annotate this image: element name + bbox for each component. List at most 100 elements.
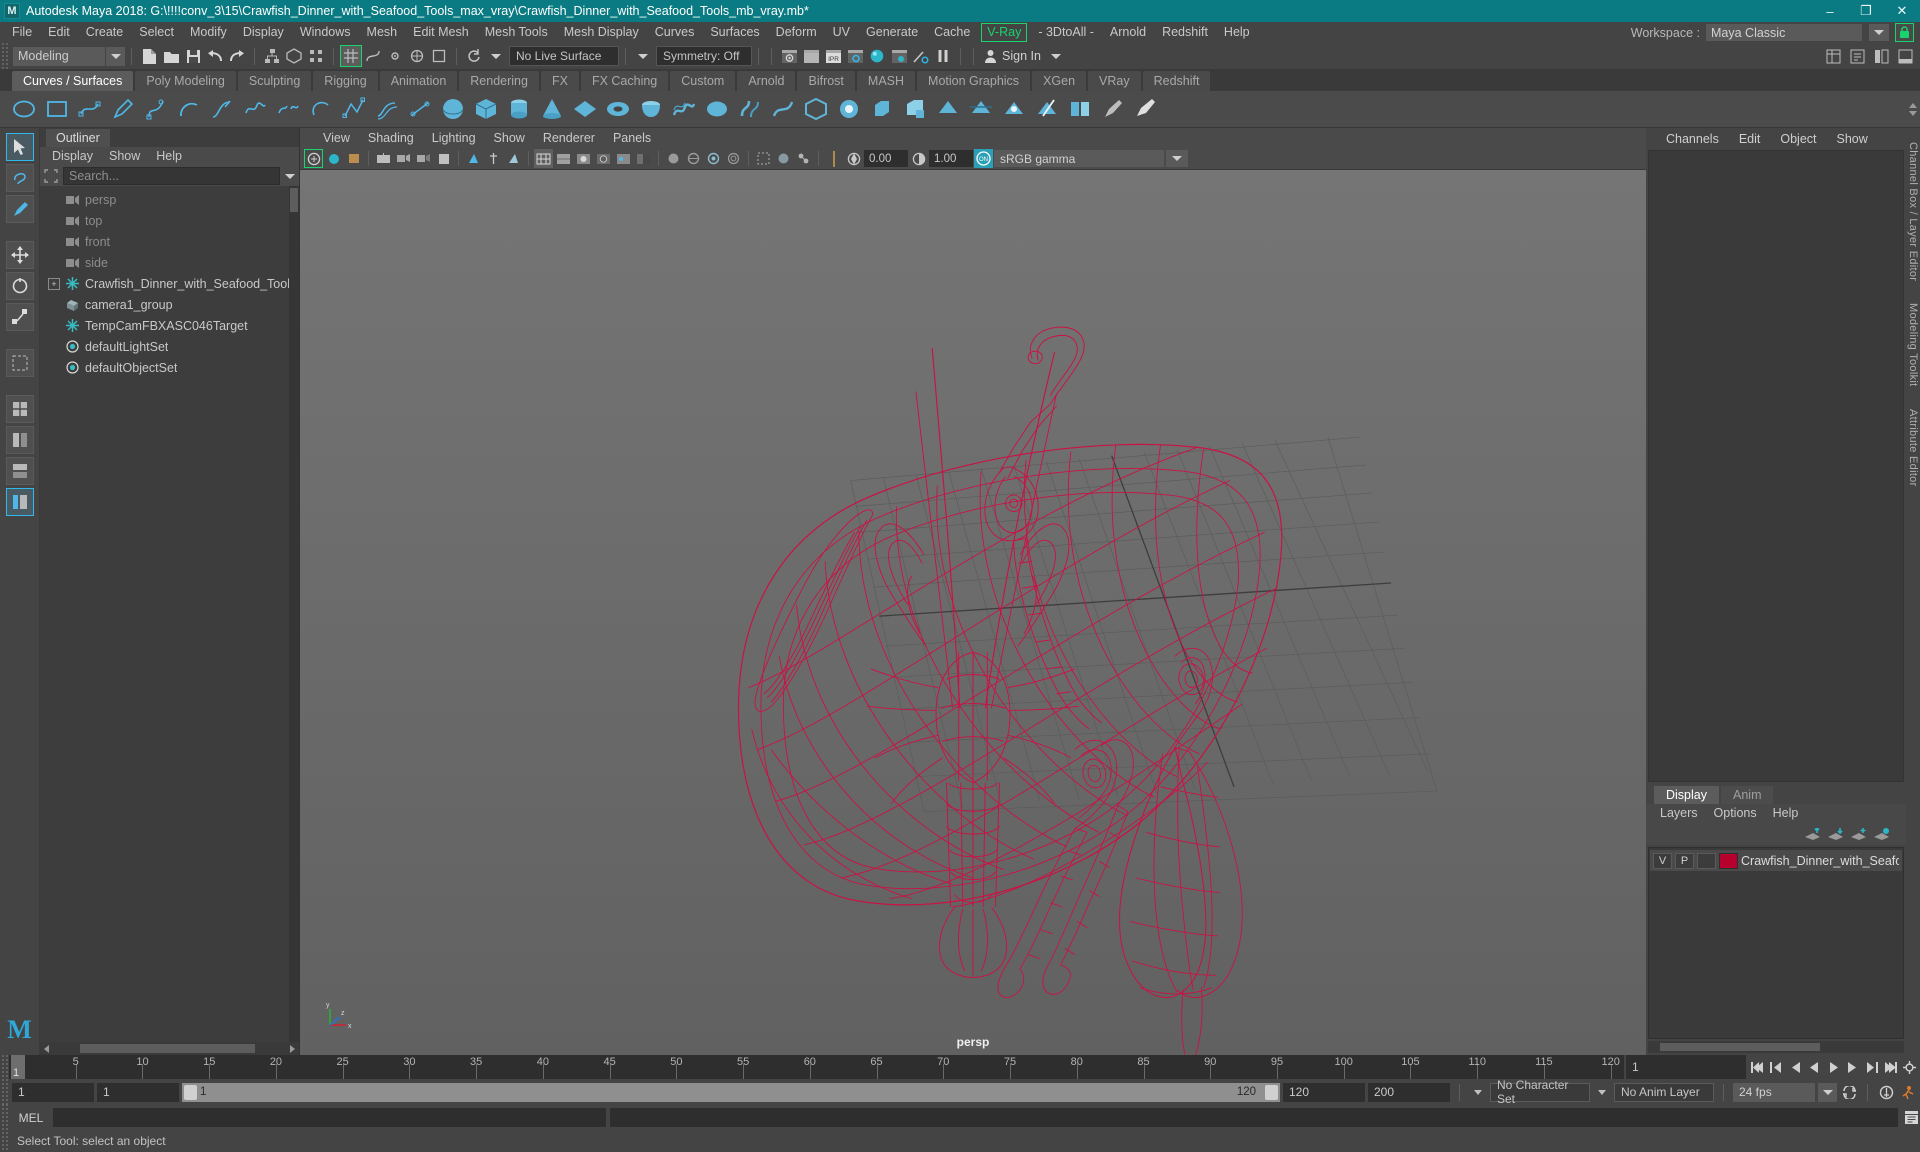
scroll-right-button[interactable] — [286, 1042, 299, 1055]
live-surface-field[interactable]: No Live Surface — [509, 46, 619, 66]
shelf-ep-curve-button[interactable] — [76, 95, 104, 123]
character-set-dropdown-arrow[interactable] — [1469, 1082, 1487, 1102]
workspace-select[interactable]: Maya Classic — [1706, 24, 1862, 41]
outliner-item-side[interactable]: side — [40, 252, 299, 273]
viewport-menu-view[interactable]: View — [314, 128, 359, 148]
two-d-pan-zoom-button[interactable] — [394, 149, 413, 168]
layer-row[interactable]: V P Crawfish_Dinner_with_Seafoo — [1650, 850, 1902, 871]
shelf-bevel-button[interactable] — [868, 95, 896, 123]
viewport-menu-shading[interactable]: Shading — [359, 128, 423, 148]
move-layer-up-icon[interactable] — [1804, 827, 1821, 841]
outliner-item-defaultobjectset[interactable]: defaultObjectSet — [40, 357, 299, 378]
shelf-tab-animation[interactable]: Animation — [379, 71, 458, 91]
shelf-revolve-button[interactable] — [637, 95, 665, 123]
animation-end-time-field[interactable]: 200 — [1368, 1082, 1450, 1102]
menu-arnold[interactable]: Arnold — [1102, 22, 1154, 43]
wireframe-display-button[interactable] — [534, 149, 553, 168]
redo-render-button[interactable] — [800, 45, 822, 67]
shelf-nurbs-circle-button[interactable] — [10, 95, 38, 123]
shelf-project-curve-button[interactable] — [1000, 95, 1028, 123]
outliner-layout-button[interactable] — [5, 488, 34, 516]
screen-space-ao-button[interactable] — [664, 149, 683, 168]
range-start-handle[interactable] — [184, 1084, 197, 1100]
shelf-extrude-button[interactable] — [736, 95, 764, 123]
menu-edit[interactable]: Edit — [40, 22, 78, 43]
menu-modify[interactable]: Modify — [182, 22, 235, 43]
scrollbar-thumb[interactable] — [290, 188, 298, 212]
shelf-detach-curves-button[interactable] — [274, 95, 302, 123]
move-tool-button[interactable] — [5, 241, 34, 269]
outliner-tab[interactable]: Outliner — [46, 129, 110, 147]
tab-anim-layers[interactable]: Anim — [1721, 786, 1774, 804]
render-current-frame-button[interactable] — [778, 45, 800, 67]
use-lights-button[interactable] — [614, 149, 633, 168]
smooth-shade-all-button[interactable] — [554, 149, 573, 168]
select-camera-button[interactable] — [304, 149, 323, 168]
shelf-tab-vray[interactable]: VRay — [1088, 71, 1141, 91]
snap-to-curve-button[interactable] — [362, 45, 384, 67]
render-settings-button[interactable] — [844, 45, 866, 67]
playback-start-time-field[interactable]: 1 — [97, 1082, 179, 1102]
sign-in-dropdown-arrow[interactable] — [1045, 45, 1067, 67]
redo-button[interactable] — [226, 45, 248, 67]
outliner-item-top[interactable]: top — [40, 210, 299, 231]
menu-mesh-display[interactable]: Mesh Display — [556, 22, 647, 43]
shadows-button[interactable] — [634, 149, 653, 168]
maximize-button[interactable]: ❐ — [1848, 0, 1884, 22]
step-forward-frame-button[interactable] — [1843, 1057, 1861, 1077]
shelf-scroll-arrows[interactable] — [1906, 91, 1920, 128]
new-scene-button[interactable] — [138, 45, 160, 67]
menuset-dropdown-arrow[interactable] — [106, 46, 125, 66]
toggle-render-button[interactable] — [910, 45, 932, 67]
shelf-tab-custom[interactable]: Custom — [670, 71, 736, 91]
shelf-curve-tool-button[interactable] — [208, 95, 236, 123]
resolution-gate-button[interactable] — [464, 149, 483, 168]
shelf-tab-rendering[interactable]: Rendering — [459, 71, 539, 91]
shelf-tab-xgen[interactable]: XGen — [1032, 71, 1087, 91]
snap-to-grid-button[interactable] — [340, 45, 362, 67]
tab-display-layers[interactable]: Display — [1654, 786, 1719, 804]
shelf-boundary-button[interactable] — [802, 95, 830, 123]
viewport-3d-canvas[interactable]: persp x y z — [300, 170, 1646, 1055]
shelf-nurbs-square-button[interactable] — [43, 95, 71, 123]
current-frame-field[interactable]: 1 — [1626, 1055, 1746, 1079]
shelf-sculpt-geometry-button[interactable] — [1099, 95, 1127, 123]
image-plane-button[interactable] — [374, 149, 393, 168]
search-icon[interactable] — [42, 167, 60, 185]
shelf-tab-mash[interactable]: MASH — [856, 71, 916, 91]
animation-preferences-button[interactable] — [1900, 1057, 1918, 1077]
outliner-item-defaultlightset[interactable]: defaultLightSet — [40, 336, 299, 357]
exposure-slider-handle[interactable] — [824, 149, 843, 168]
scrollbar-thumb[interactable] — [1660, 1043, 1820, 1051]
menu-create[interactable]: Create — [78, 22, 132, 43]
gate-mask-button[interactable] — [484, 149, 503, 168]
shelf-nurbs-torus-button[interactable] — [604, 95, 632, 123]
menuset-select[interactable]: Modeling — [13, 46, 105, 66]
shelf-tab-fx[interactable]: FX — [540, 71, 579, 91]
shelf-arc-button[interactable] — [175, 95, 203, 123]
new-layer-icon[interactable] — [1873, 827, 1890, 841]
shelf-attach-curves-button[interactable] — [241, 95, 269, 123]
render-view-button[interactable] — [888, 45, 910, 67]
menu-generate[interactable]: Generate — [858, 22, 926, 43]
auto-keyframe-button[interactable] — [1877, 1082, 1895, 1102]
texture-display-button[interactable] — [594, 149, 613, 168]
attribute-editor-toggle-button[interactable] — [1846, 45, 1868, 67]
current-time-indicator[interactable]: 1 — [11, 1055, 25, 1079]
minimize-button[interactable]: – — [1812, 0, 1848, 22]
film-gate-button[interactable] — [434, 149, 453, 168]
helpline-gripper[interactable] — [0, 1127, 9, 1152]
shelf-offset-curve-button[interactable] — [373, 95, 401, 123]
menu-windows[interactable]: Windows — [292, 22, 359, 43]
shelf-duplicate-surface-button[interactable] — [934, 95, 962, 123]
layer-menu-options[interactable]: Options — [1706, 804, 1765, 823]
grease-pencil-button[interactable] — [414, 149, 433, 168]
shelf-cv-curve-button[interactable] — [340, 95, 368, 123]
viewport-menu-renderer[interactable]: Renderer — [534, 128, 604, 148]
shelf-tab-curves-surfaces[interactable]: Curves / Surfaces — [12, 71, 134, 91]
layer-list[interactable]: V P Crawfish_Dinner_with_Seafoo — [1648, 847, 1904, 1039]
snap-to-point-button[interactable] — [384, 45, 406, 67]
channelbox-menu-show[interactable]: Show — [1827, 128, 1878, 150]
menu-redshift[interactable]: Redshift — [1154, 22, 1216, 43]
gamma-value-field[interactable]: 1.00 — [929, 150, 973, 167]
